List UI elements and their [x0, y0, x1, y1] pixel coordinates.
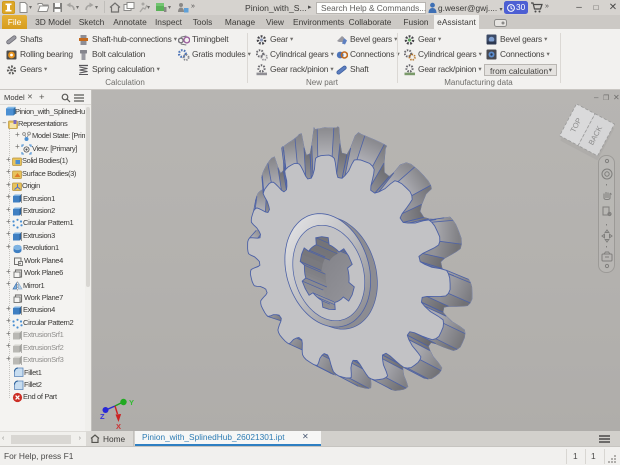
svg-text:Z: Z [100, 412, 105, 421]
svg-text:Y: Y [129, 398, 134, 407]
svg-text:X: X [116, 422, 121, 430]
